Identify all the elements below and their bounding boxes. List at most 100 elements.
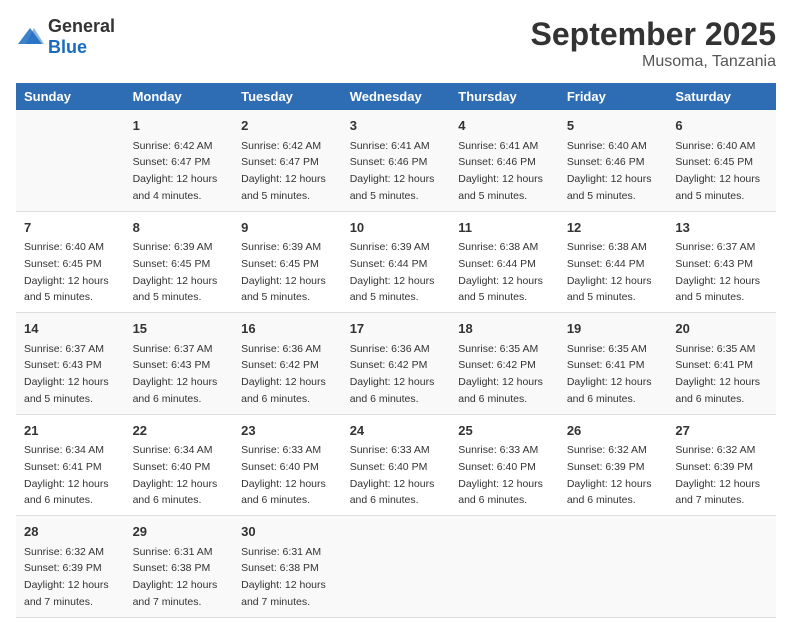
day-number: 27 — [675, 421, 768, 441]
day-detail: Sunrise: 6:32 AM Sunset: 6:39 PM Dayligh… — [567, 444, 652, 506]
day-detail: Sunrise: 6:38 AM Sunset: 6:44 PM Dayligh… — [458, 241, 543, 303]
week-row-2: 14 Sunrise: 6:37 AM Sunset: 6:43 PM Dayli… — [16, 313, 776, 415]
day-number: 9 — [241, 218, 334, 238]
main-title: September 2025 — [531, 16, 776, 53]
calendar-cell: 3Sunrise: 6:41 AM Sunset: 6:46 PM Daylig… — [342, 110, 451, 211]
day-detail: Sunrise: 6:33 AM Sunset: 6:40 PM Dayligh… — [458, 444, 543, 506]
day-detail: Sunrise: 6:34 AM Sunset: 6:40 PM Dayligh… — [133, 444, 218, 506]
day-number: 28 — [24, 522, 117, 542]
day-detail: Sunrise: 6:35 AM Sunset: 6:41 PM Dayligh… — [567, 343, 652, 405]
calendar-table: SundayMondayTuesdayWednesdayThursdayFrid… — [16, 83, 776, 618]
day-number: 8 — [133, 218, 226, 238]
week-row-3: 21 Sunrise: 6:34 AM Sunset: 6:41 PM Dayli… — [16, 414, 776, 516]
calendar-cell: 20 Sunrise: 6:35 AM Sunset: 6:41 PM Dayli… — [667, 313, 776, 415]
weekday-header-sunday: Sunday — [16, 83, 125, 110]
day-detail: Sunrise: 6:39 AM Sunset: 6:44 PM Dayligh… — [350, 241, 435, 303]
day-number: 3 — [350, 116, 443, 136]
logo-general: General — [48, 16, 115, 36]
day-detail: Sunrise: 6:40 AM Sunset: 6:45 PM Dayligh… — [24, 241, 109, 303]
calendar-cell: 27 Sunrise: 6:32 AM Sunset: 6:39 PM Dayli… — [667, 414, 776, 516]
day-detail: Sunrise: 6:36 AM Sunset: 6:42 PM Dayligh… — [241, 343, 326, 405]
weekday-header-row: SundayMondayTuesdayWednesdayThursdayFrid… — [16, 83, 776, 110]
day-detail: Sunrise: 6:33 AM Sunset: 6:40 PM Dayligh… — [350, 444, 435, 506]
title-area: September 2025 Musoma, Tanzania — [531, 16, 776, 71]
day-detail: Sunrise: 6:38 AM Sunset: 6:44 PM Dayligh… — [567, 241, 652, 303]
calendar-cell — [342, 516, 451, 618]
calendar-cell: 26 Sunrise: 6:32 AM Sunset: 6:39 PM Dayli… — [559, 414, 668, 516]
calendar-cell — [450, 516, 559, 618]
day-detail: Sunrise: 6:40 AM Sunset: 6:46 PM Dayligh… — [567, 140, 652, 202]
day-detail: Sunrise: 6:39 AM Sunset: 6:45 PM Dayligh… — [241, 241, 326, 303]
day-number: 30 — [241, 522, 334, 542]
day-number: 7 — [24, 218, 117, 238]
day-detail: Sunrise: 6:33 AM Sunset: 6:40 PM Dayligh… — [241, 444, 326, 506]
day-detail: Sunrise: 6:35 AM Sunset: 6:41 PM Dayligh… — [675, 343, 760, 405]
day-detail: Sunrise: 6:36 AM Sunset: 6:42 PM Dayligh… — [350, 343, 435, 405]
calendar-cell: 5 Sunrise: 6:40 AM Sunset: 6:46 PM Daylig… — [559, 110, 668, 211]
logo: General Blue — [16, 16, 115, 58]
day-number: 16 — [241, 319, 334, 339]
day-number: 26 — [567, 421, 660, 441]
day-number: 15 — [133, 319, 226, 339]
day-detail: Sunrise: 6:32 AM Sunset: 6:39 PM Dayligh… — [24, 546, 109, 608]
calendar-cell: 17 Sunrise: 6:36 AM Sunset: 6:42 PM Dayli… — [342, 313, 451, 415]
day-detail: Sunrise: 6:31 AM Sunset: 6:38 PM Dayligh… — [133, 546, 218, 608]
calendar-cell: 21 Sunrise: 6:34 AM Sunset: 6:41 PM Dayli… — [16, 414, 125, 516]
weekday-header-tuesday: Tuesday — [233, 83, 342, 110]
logo-icon — [16, 26, 44, 48]
calendar-cell: 14 Sunrise: 6:37 AM Sunset: 6:43 PM Dayli… — [16, 313, 125, 415]
day-number: 4 — [458, 116, 551, 136]
calendar-cell: 24Sunrise: 6:33 AM Sunset: 6:40 PM Dayli… — [342, 414, 451, 516]
day-number: 13 — [675, 218, 768, 238]
day-number: 1 — [133, 116, 226, 136]
week-row-4: 28 Sunrise: 6:32 AM Sunset: 6:39 PM Dayli… — [16, 516, 776, 618]
calendar-cell — [16, 110, 125, 211]
day-number: 21 — [24, 421, 117, 441]
day-number: 5 — [567, 116, 660, 136]
calendar-cell: 8 Sunrise: 6:39 AM Sunset: 6:45 PM Daylig… — [125, 211, 234, 313]
weekday-header-wednesday: Wednesday — [342, 83, 451, 110]
day-detail: Sunrise: 6:39 AM Sunset: 6:45 PM Dayligh… — [133, 241, 218, 303]
calendar-cell: 25 Sunrise: 6:33 AM Sunset: 6:40 PM Dayli… — [450, 414, 559, 516]
calendar-cell: 15 Sunrise: 6:37 AM Sunset: 6:43 PM Dayli… — [125, 313, 234, 415]
day-number: 22 — [133, 421, 226, 441]
day-detail: Sunrise: 6:37 AM Sunset: 6:43 PM Dayligh… — [24, 343, 109, 405]
day-number: 25 — [458, 421, 551, 441]
week-row-0: 1 Sunrise: 6:42 AM Sunset: 6:47 PM Daylig… — [16, 110, 776, 211]
day-detail: Sunrise: 6:37 AM Sunset: 6:43 PM Dayligh… — [675, 241, 760, 303]
calendar-cell: 19Sunrise: 6:35 AM Sunset: 6:41 PM Dayli… — [559, 313, 668, 415]
week-row-1: 7 Sunrise: 6:40 AM Sunset: 6:45 PM Daylig… — [16, 211, 776, 313]
day-detail: Sunrise: 6:42 AM Sunset: 6:47 PM Dayligh… — [133, 140, 218, 202]
day-number: 14 — [24, 319, 117, 339]
calendar-cell: 30 Sunrise: 6:31 AM Sunset: 6:38 PM Dayli… — [233, 516, 342, 618]
calendar-cell: 29Sunrise: 6:31 AM Sunset: 6:38 PM Dayli… — [125, 516, 234, 618]
day-number: 17 — [350, 319, 443, 339]
calendar-cell: 18Sunrise: 6:35 AM Sunset: 6:42 PM Dayli… — [450, 313, 559, 415]
day-number: 2 — [241, 116, 334, 136]
day-number: 10 — [350, 218, 443, 238]
day-detail: Sunrise: 6:41 AM Sunset: 6:46 PM Dayligh… — [458, 140, 543, 202]
weekday-header-thursday: Thursday — [450, 83, 559, 110]
day-detail: Sunrise: 6:37 AM Sunset: 6:43 PM Dayligh… — [133, 343, 218, 405]
calendar-cell: 7 Sunrise: 6:40 AM Sunset: 6:45 PM Daylig… — [16, 211, 125, 313]
day-number: 12 — [567, 218, 660, 238]
calendar-cell: 16 Sunrise: 6:36 AM Sunset: 6:42 PM Dayli… — [233, 313, 342, 415]
calendar-cell: 28 Sunrise: 6:32 AM Sunset: 6:39 PM Dayli… — [16, 516, 125, 618]
calendar-cell: 9 Sunrise: 6:39 AM Sunset: 6:45 PM Daylig… — [233, 211, 342, 313]
calendar-cell: 11 Sunrise: 6:38 AM Sunset: 6:44 PM Dayli… — [450, 211, 559, 313]
calendar-cell: 10 Sunrise: 6:39 AM Sunset: 6:44 PM Dayli… — [342, 211, 451, 313]
weekday-header-monday: Monday — [125, 83, 234, 110]
day-detail: Sunrise: 6:31 AM Sunset: 6:38 PM Dayligh… — [241, 546, 326, 608]
day-number: 11 — [458, 218, 551, 238]
day-detail: Sunrise: 6:32 AM Sunset: 6:39 PM Dayligh… — [675, 444, 760, 506]
calendar-cell: 4 Sunrise: 6:41 AM Sunset: 6:46 PM Daylig… — [450, 110, 559, 211]
logo-blue: Blue — [48, 37, 87, 57]
calendar-cell — [559, 516, 668, 618]
day-detail: Sunrise: 6:34 AM Sunset: 6:41 PM Dayligh… — [24, 444, 109, 506]
day-detail: Sunrise: 6:42 AM Sunset: 6:47 PM Dayligh… — [241, 140, 326, 202]
day-number: 20 — [675, 319, 768, 339]
weekday-header-saturday: Saturday — [667, 83, 776, 110]
calendar-cell: 2 Sunrise: 6:42 AM Sunset: 6:47 PM Daylig… — [233, 110, 342, 211]
day-number: 23 — [241, 421, 334, 441]
header: General Blue September 2025 Musoma, Tanz… — [16, 16, 776, 71]
